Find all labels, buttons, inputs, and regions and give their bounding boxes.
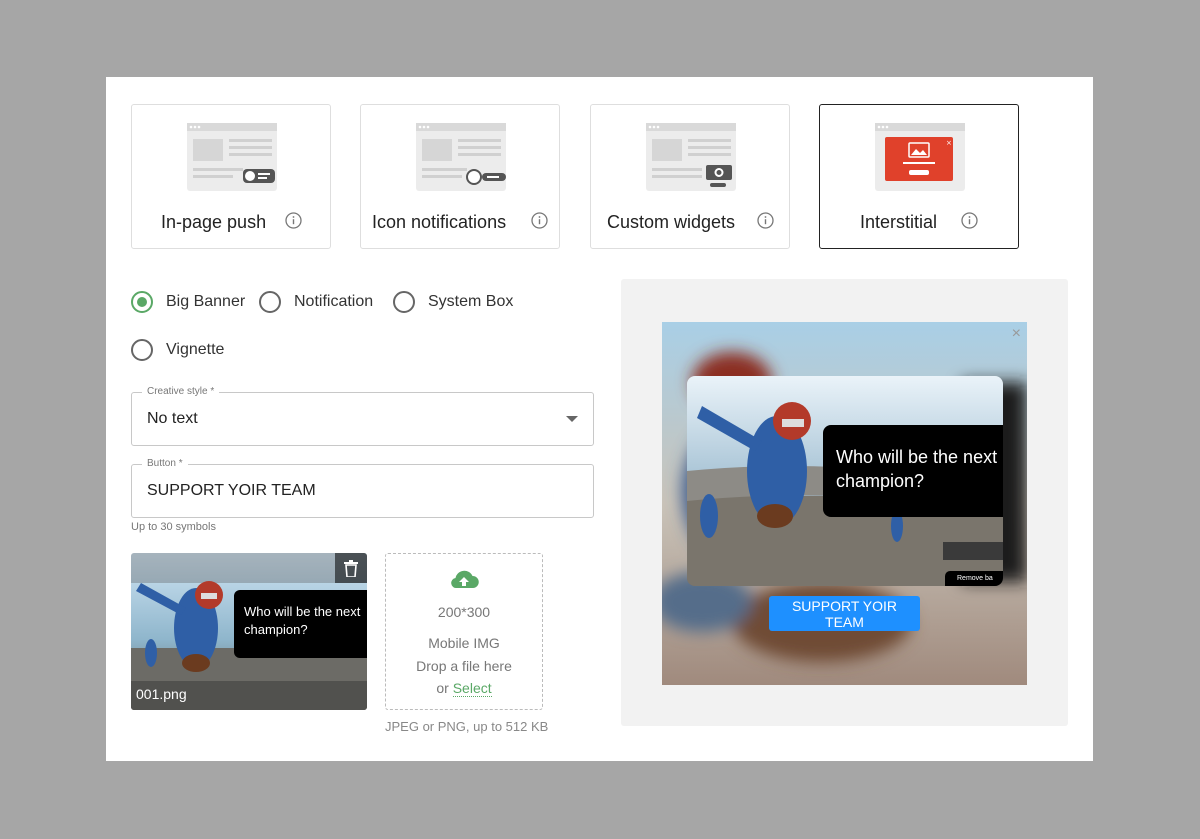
select-file-link[interactable]: Select [452, 680, 492, 697]
ad-preview-panel: × Who will be the next champion? Remove … [621, 279, 1068, 726]
format-label: In-page push [161, 212, 267, 232]
preview-cta-button[interactable]: SUPPORT YOIR TEAM [769, 596, 920, 631]
in-page-push-illustration [187, 123, 277, 191]
radio-vignette[interactable]: Vignette [131, 339, 224, 361]
dropzone-type: Mobile IMG [428, 635, 500, 651]
format-label: Icon notifications [372, 212, 507, 232]
interstitial-preview: × Who will be the next champion? Remove … [662, 322, 1027, 685]
cloud-upload-icon [451, 570, 479, 589]
preview-creative-card: Who will be the next champion? Remove ba [687, 376, 1003, 586]
interstitial-illustration: × [875, 123, 965, 191]
dropzone-size: 200*300 [437, 604, 491, 620]
radio-unchecked-icon [259, 291, 281, 313]
button-text-field[interactable]: Button * [131, 457, 594, 518]
radio-system-box[interactable]: System Box [393, 291, 513, 313]
preview-headline-card: Who will be the next champion? [823, 425, 1003, 517]
info-icon[interactable] [757, 212, 774, 229]
uploaded-filename: 001.png [136, 686, 187, 702]
svg-text:×: × [946, 139, 952, 147]
format-label: Interstitial [860, 212, 938, 232]
delete-image-button[interactable] [335, 553, 367, 583]
creative-style-select[interactable]: Creative style * No text [131, 385, 594, 446]
info-icon[interactable] [285, 212, 302, 229]
radio-label: System Box [428, 293, 514, 310]
info-icon[interactable] [531, 212, 548, 229]
ad-format-panel: In-page push Icon notifications Custom w… [106, 77, 1093, 761]
creative-style-value: No text [147, 410, 198, 427]
format-card-in-page-push[interactable]: In-page push [131, 104, 331, 249]
remove-background-badge: Remove ba [945, 571, 1003, 586]
radio-label: Vignette [166, 341, 225, 358]
image-dropzone[interactable]: 200*300 Mobile IMG Drop a file here or S… [385, 553, 543, 710]
format-card-custom-widgets[interactable]: Custom widgets [590, 104, 790, 249]
uploaded-image-thumbnail: Who will be the next champion? 001.png [131, 553, 367, 710]
dropdown-caret-icon[interactable] [566, 416, 578, 422]
radio-checked-icon [131, 291, 153, 313]
format-label: Custom widgets [607, 212, 736, 232]
radio-big-banner[interactable]: Big Banner [131, 291, 245, 313]
dropzone-or: or [436, 680, 449, 696]
radio-notification[interactable]: Notification [259, 291, 373, 313]
button-text-hint: Up to 30 symbols [131, 521, 216, 533]
format-card-icon-notifications[interactable]: Icon notifications [360, 104, 560, 249]
info-icon[interactable] [961, 212, 978, 229]
thumbnail-headline-card: Who will be the next champion? [234, 590, 367, 658]
radio-unchecked-icon [393, 291, 415, 313]
button-text-input[interactable] [147, 465, 547, 517]
radio-label: Big Banner [166, 293, 246, 310]
file-format-note: JPEG or PNG, up to 512 KB [385, 719, 549, 734]
custom-widgets-illustration [646, 123, 736, 191]
icon-notifications-illustration [416, 123, 506, 191]
format-card-interstitial[interactable]: × Interstitial [819, 104, 1019, 249]
close-icon[interactable]: × [1012, 325, 1021, 343]
dropzone-drop-text: Drop a file here [416, 658, 512, 674]
radio-label: Notification [294, 293, 374, 310]
dropzone-or-line: or Select [386, 680, 542, 697]
trash-icon [344, 559, 358, 577]
preview-gray-bar [943, 542, 1003, 560]
radio-unchecked-icon [131, 339, 153, 361]
